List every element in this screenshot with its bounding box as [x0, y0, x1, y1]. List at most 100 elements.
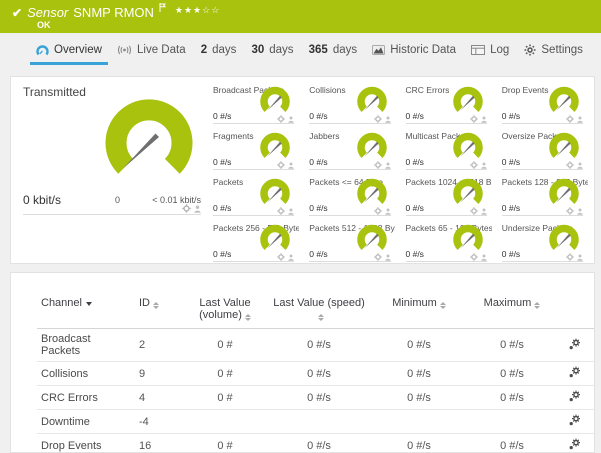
gauge-settings-gear-icon[interactable]: [277, 115, 285, 123]
gauge-settings-gear-icon[interactable]: [374, 253, 382, 261]
table-row: Broadcast Packets 2 0 # 0 #/s 0 #/s 0 #/…: [37, 329, 594, 362]
gauge-settings-gear-icon[interactable]: [470, 161, 478, 169]
sort-both-icon: [318, 314, 324, 321]
gauge-user-icon[interactable]: [481, 208, 487, 215]
header-channel[interactable]: Channel: [37, 297, 135, 329]
cell-id: 4: [135, 386, 181, 410]
mini-gauge-collisions[interactable]: Collisions 0 #/s: [303, 82, 399, 128]
tab-2-days[interactable]: 2 days: [195, 33, 243, 67]
mini-gauge-packets-256-511[interactable]: Packets 256 - 511 Bytes 0 #/s: [207, 220, 303, 266]
gauge-user-icon[interactable]: [577, 116, 583, 123]
gauge-settings-gear-icon[interactable]: [277, 161, 285, 169]
gauge-settings-gear-icon[interactable]: [374, 161, 382, 169]
mini-gauge-packets-512-1023[interactable]: Packets 512 - 1023 Byt... 0 #/s: [303, 220, 399, 266]
channel-settings-gear-icon[interactable]: [568, 338, 581, 350]
mini-gauge-oversize-packets[interactable]: Oversize Packets 0 #/s: [496, 128, 592, 174]
gauge-settings-gear-icon[interactable]: [277, 253, 285, 261]
mini-gauge-value: 0 #/s: [213, 203, 231, 213]
gauge-user-icon[interactable]: [288, 162, 294, 169]
gauge-settings-gear-icon[interactable]: [374, 207, 382, 215]
tab-30-days[interactable]: 30 days: [245, 33, 299, 67]
cell-last-speed: 0 #/s: [269, 434, 369, 453]
cell-channel: Broadcast Packets: [37, 329, 135, 362]
channel-settings-gear-icon[interactable]: [568, 390, 581, 402]
gauge-settings-gear-icon[interactable]: [566, 253, 574, 261]
header-last-value-speed[interactable]: Last Value (speed): [269, 297, 369, 329]
tab-live-data[interactable]: Live Data: [111, 33, 192, 67]
gauge-settings-gear-icon[interactable]: [374, 115, 382, 123]
tab-label: Overview: [54, 44, 102, 56]
chart-icon: [372, 45, 385, 55]
gauge-user-icon[interactable]: [481, 162, 487, 169]
gauge-icon: [36, 45, 49, 56]
mini-gauge-value: 0 #/s: [213, 157, 231, 167]
tab-365-days[interactable]: 365 days: [303, 33, 363, 67]
mini-gauge-fragments[interactable]: Fragments 0 #/s: [207, 128, 303, 174]
gauge-user-icon[interactable]: [577, 162, 583, 169]
header-last-value-volume[interactable]: Last Value (volume): [181, 297, 269, 329]
gauge-user-icon[interactable]: [481, 254, 487, 261]
gauge-settings-gear-icon[interactable]: [566, 115, 574, 123]
gauge-user-icon[interactable]: [288, 116, 294, 123]
gauge-user-icon[interactable]: [288, 254, 294, 261]
mini-gauge-crc-errors[interactable]: CRC Errors 0 #/s: [400, 82, 496, 128]
gauge-settings-gear-icon[interactable]: [566, 161, 574, 169]
gauge-settings-gear-icon[interactable]: [566, 207, 574, 215]
mini-gauge-multicast-packets[interactable]: Multicast Packets 0 #/s: [400, 128, 496, 174]
mini-gauge-value: 0 #/s: [406, 203, 424, 213]
cell-id: 16: [135, 434, 181, 453]
mini-gauge-packets-128-255[interactable]: Packets 128 - 255 Bytes 0 #/s: [496, 174, 592, 220]
main-gauge-transmitted[interactable]: Transmitted 0 kbit/s 0 < 0.01 kbit/s: [11, 77, 207, 263]
cell-maximum: 0 #/s: [469, 362, 555, 386]
gauge-user-icon[interactable]: [385, 116, 391, 123]
gauge-user-icon[interactable]: [385, 162, 391, 169]
gauge-user-icon[interactable]: [577, 254, 583, 261]
gauge-settings-gear-icon[interactable]: [182, 204, 191, 213]
gauge-user-icon[interactable]: [385, 208, 391, 215]
gauge-user-icon[interactable]: [481, 116, 487, 123]
priority-stars[interactable]: ★★★☆☆: [175, 5, 220, 16]
mini-gauge-undersize-packets[interactable]: Undersize Packets 0 #/s: [496, 220, 592, 266]
mini-gauge-packets-1024-1518[interactable]: Packets 1024 - 1518 B... 0 #/s: [400, 174, 496, 220]
flag-icon[interactable]: [159, 0, 166, 17]
gauge-settings-gear-icon[interactable]: [470, 207, 478, 215]
channel-settings-gear-icon[interactable]: [568, 438, 581, 450]
tab-log[interactable]: Log: [465, 33, 515, 67]
header-maximum[interactable]: Maximum: [469, 297, 555, 329]
mini-gauge-broadcast-packets[interactable]: Broadcast Packets 0 #/s: [207, 82, 303, 128]
mini-gauge-title: CRC Errors: [406, 85, 450, 95]
cell-last-volume: 0 #: [181, 329, 269, 362]
mini-gauge-jabbers[interactable]: Jabbers 0 #/s: [303, 128, 399, 174]
cell-minimum: 0 #/s: [369, 329, 469, 362]
gauge-settings-gear-icon[interactable]: [470, 253, 478, 261]
mini-gauge-value: 0 #/s: [502, 111, 520, 121]
mini-gauge-value: 0 #/s: [213, 249, 231, 259]
mini-gauge-value: 0 #/s: [309, 157, 327, 167]
cell-channel: Collisions: [37, 362, 135, 386]
gauge-user-icon[interactable]: [385, 254, 391, 261]
tab-overview[interactable]: Overview: [30, 33, 108, 67]
tab-label: Live Data: [137, 44, 186, 56]
channel-settings-gear-icon[interactable]: [568, 414, 581, 426]
mini-gauge-value: 0 #/s: [406, 111, 424, 121]
mini-gauge-value: 0 #/s: [502, 157, 520, 167]
mini-gauge-packets-64-byte[interactable]: Packets <= 64 Byte 0 #/s: [303, 174, 399, 220]
header-id[interactable]: ID: [135, 297, 181, 329]
tab-historic-data[interactable]: Historic Data: [366, 33, 462, 67]
gauge-user-icon[interactable]: [577, 208, 583, 215]
tab-bar: Overview Live Data 2 days 30 days 365 da…: [30, 33, 589, 67]
mini-gauge-packets-65-127[interactable]: Packets 65 - 127 Bytes 0 #/s: [400, 220, 496, 266]
gear-icon: [524, 44, 536, 56]
sensor-header: ✔ Sensor SNMP RMON ★★★☆☆ OK: [0, 0, 601, 33]
mini-gauge-packets[interactable]: Packets 0 #/s: [207, 174, 303, 220]
gauge-settings-gear-icon[interactable]: [470, 115, 478, 123]
gauge-user-icon[interactable]: [194, 205, 201, 213]
cell-id: 2: [135, 329, 181, 362]
gauge-user-icon[interactable]: [288, 208, 294, 215]
mini-gauge-value: 0 #/s: [309, 111, 327, 121]
mini-gauge-drop-events[interactable]: Drop Events 0 #/s: [496, 82, 592, 128]
tab-settings[interactable]: Settings: [518, 33, 589, 67]
channel-settings-gear-icon[interactable]: [568, 366, 581, 378]
header-minimum[interactable]: Minimum: [369, 297, 469, 329]
gauge-settings-gear-icon[interactable]: [277, 207, 285, 215]
